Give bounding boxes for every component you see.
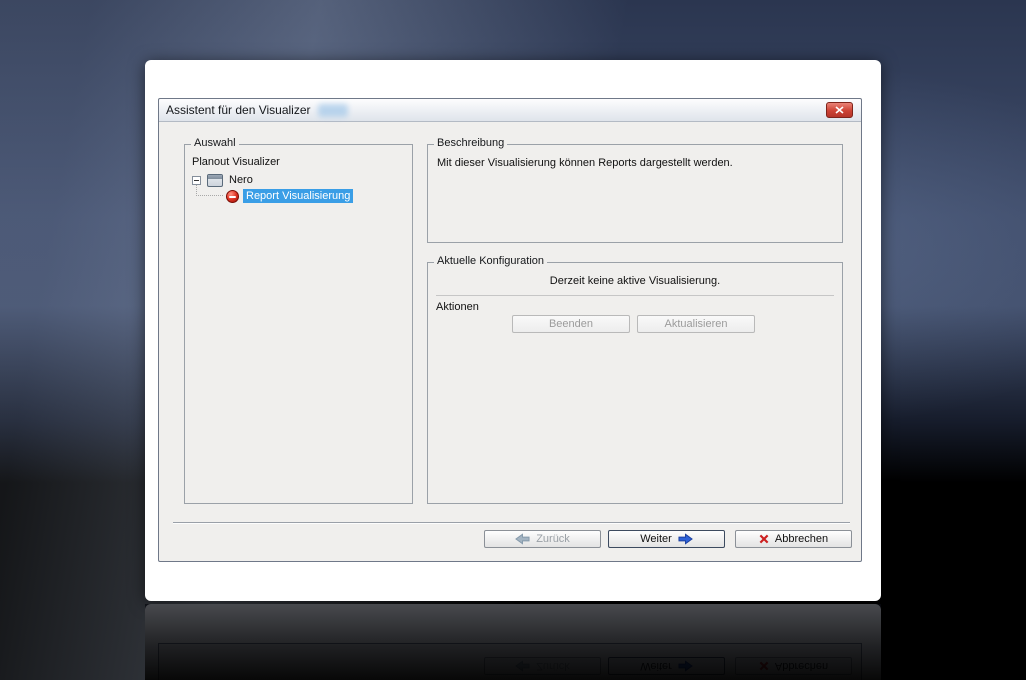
- tree-root-label[interactable]: Planout Visualizer: [192, 156, 280, 168]
- tree-expand-icon[interactable]: [192, 175, 201, 185]
- dialog-title: Assistent für den Visualizer: [166, 103, 311, 117]
- auswahl-group: Auswahl Planout Visualizer Nero Report V…: [184, 137, 413, 504]
- zurueck-button-label: Zurück: [536, 533, 570, 545]
- zurueck-button[interactable]: Zurück: [484, 530, 601, 548]
- beenden-button[interactable]: Beenden: [512, 315, 630, 333]
- aktionen-label: Aktionen: [436, 301, 479, 313]
- auswahl-group-label: Auswahl: [191, 137, 239, 149]
- weiter-button[interactable]: Weiter: [608, 530, 725, 548]
- abbrechen-button[interactable]: Abbrechen: [735, 530, 852, 548]
- aktualisieren-button[interactable]: Aktualisieren: [637, 315, 755, 333]
- reflection-fade: [145, 604, 881, 680]
- tree-item-nero[interactable]: Nero: [192, 172, 253, 188]
- red-sphere-icon: [226, 189, 239, 203]
- title-bar[interactable]: Assistent für den Visualizer: [159, 99, 861, 122]
- konfiguration-group: Aktuelle Konfiguration Derzeit keine akt…: [427, 255, 843, 504]
- tree-item-report-label[interactable]: Report Visualisierung: [243, 189, 354, 203]
- abbrechen-button-label: Abbrechen: [774, 533, 829, 545]
- description-text: Mit dieser Visualisierung können Reports…: [437, 157, 733, 169]
- redacted-blur: [318, 104, 348, 117]
- beschreibung-group: Beschreibung Mit dieser Visualisierung k…: [427, 137, 843, 243]
- footer-divider: [173, 522, 850, 523]
- konfiguration-group-label: Aktuelle Konfiguration: [434, 255, 548, 267]
- right-arrow-icon: [678, 533, 693, 545]
- config-status-text: Derzeit keine aktive Visualisierung.: [549, 275, 721, 287]
- close-button[interactable]: [826, 102, 853, 118]
- tree-item-nero-label: Nero: [229, 174, 253, 186]
- tree-item-report[interactable]: Report Visualisierung: [226, 188, 354, 204]
- weiter-button-label: Weiter: [640, 533, 672, 545]
- desktop-background: { "window": { "title": "Assistent für de…: [0, 0, 1026, 680]
- beschreibung-group-label: Beschreibung: [434, 137, 508, 149]
- close-icon: [835, 106, 844, 114]
- cancel-x-icon: [759, 534, 769, 544]
- left-arrow-icon: [515, 533, 530, 545]
- window-icon: [207, 173, 223, 187]
- reflection: Zurück Weiter Abbrechen: [145, 604, 881, 680]
- config-divider: [436, 295, 834, 296]
- wizard-dialog: Assistent für den Visualizer Auswahl Pla…: [158, 98, 862, 562]
- presentation-panel: Assistent für den Visualizer Auswahl Pla…: [145, 60, 881, 601]
